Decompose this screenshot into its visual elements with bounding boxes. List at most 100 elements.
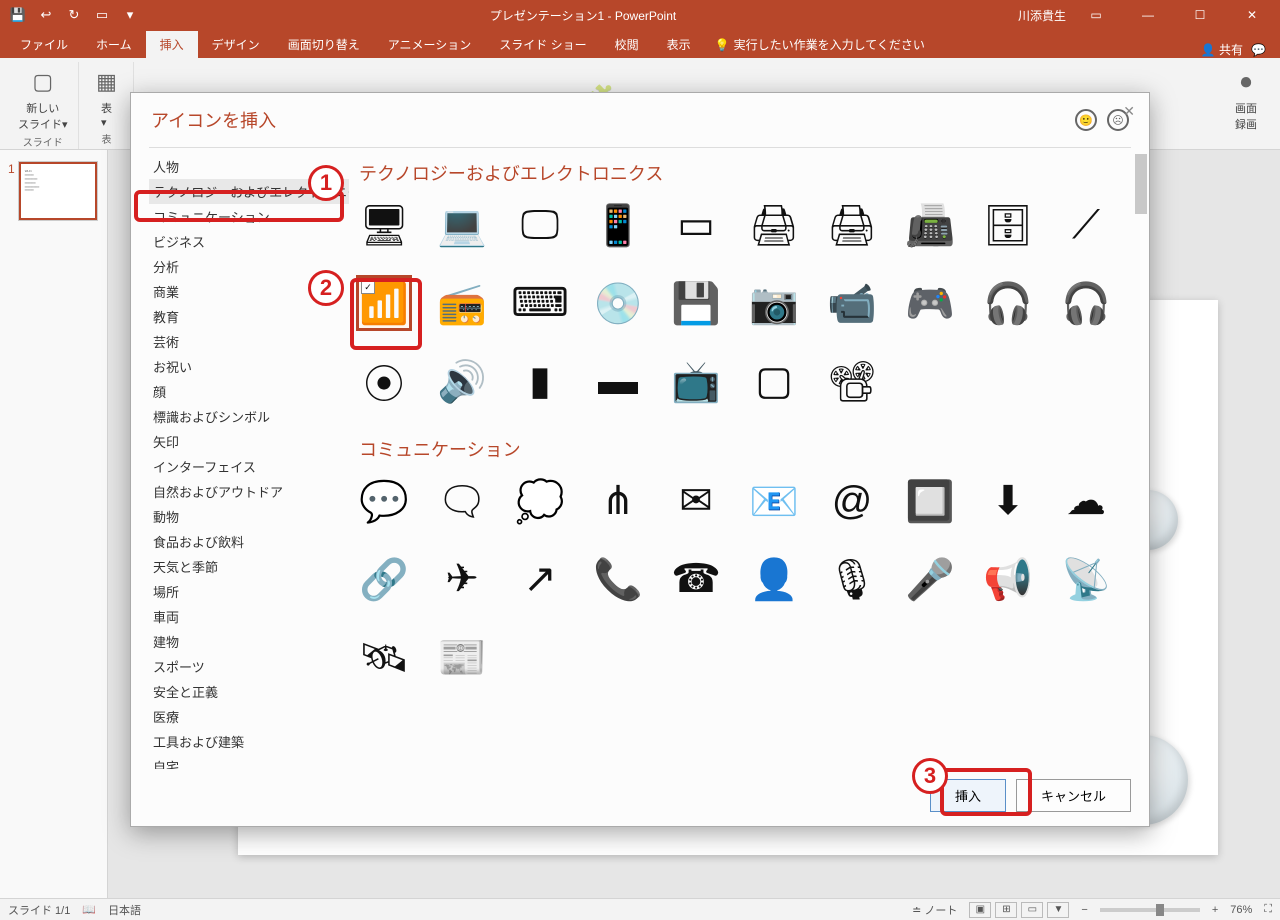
tab-animations[interactable]: アニメーション (374, 31, 486, 58)
icon-gallery[interactable]: テクノロジーおよびエレクトロニクス🖥💻🖵📱▭🖨🖨📠🗄⟋📶✓📻⌨💿💾📷📹🎮🎧🎧⦿🔊… (349, 154, 1131, 769)
icon-chats[interactable]: 🗨 (437, 476, 487, 526)
icon-at-mail[interactable]: @ (827, 476, 877, 526)
tab-review[interactable]: 校閲 (601, 31, 653, 58)
icon-scanner[interactable]: ⟋ (1061, 200, 1111, 250)
tab-insert[interactable]: 挿入 (146, 31, 198, 58)
icon-network[interactable]: ⋔ (593, 476, 643, 526)
icon-envelope[interactable]: ✉ (671, 476, 721, 526)
category-item[interactable]: コミュニケーション (149, 204, 349, 229)
tab-view[interactable]: 表示 (653, 31, 705, 58)
category-item[interactable]: 車両 (149, 604, 349, 629)
category-item[interactable]: お祝い (149, 354, 349, 379)
normal-view-icon[interactable]: ▣ (969, 902, 991, 918)
icon-smartphone[interactable]: 📱 (593, 200, 643, 250)
icon-printer-2[interactable]: 🖨 (827, 200, 877, 250)
icon-support[interactable]: 👤 (749, 554, 799, 604)
icon-satellite[interactable]: 🛰 (359, 632, 409, 682)
icon-laptop[interactable]: 💻 (437, 200, 487, 250)
share-button[interactable]: 👤 共有 (1201, 41, 1243, 58)
tell-me-search[interactable]: 💡 実行したい作業を入力してください (705, 31, 935, 58)
category-item[interactable]: 自宅 (149, 754, 349, 769)
zoom-level[interactable]: 76% (1230, 904, 1252, 916)
slide-thumbnail[interactable]: Wi-Fi━━━━━━━━━━━━━━━━━━━━━━━━━━━━━━━ (19, 162, 97, 220)
comments-icon[interactable]: 💬 (1251, 43, 1266, 57)
icon-thought[interactable]: 💭 (515, 476, 565, 526)
category-item[interactable]: 安全と正義 (149, 679, 349, 704)
icon-floppy[interactable]: 💾 (671, 278, 721, 328)
icon-printer[interactable]: 🖨 (749, 200, 799, 250)
category-item[interactable]: 自然およびアウトドア (149, 479, 349, 504)
category-item[interactable]: 矢印 (149, 429, 349, 454)
minimize-icon[interactable]: ― (1126, 1, 1170, 29)
icon-radio[interactable]: 📻 (437, 278, 487, 328)
undo-icon[interactable]: ↩ (36, 5, 56, 25)
category-item[interactable]: インターフェイス (149, 454, 349, 479)
sorter-view-icon[interactable]: ⊞ (995, 902, 1017, 918)
screen-recording-button[interactable]: ⏺ 画面 録画 (1226, 64, 1266, 134)
spellcheck-icon[interactable]: 📖 (82, 903, 96, 916)
scrollbar[interactable] (1135, 154, 1147, 769)
icon-gamepad[interactable]: 🎮 (905, 278, 955, 328)
ribbon-options-icon[interactable]: ▭ (1074, 1, 1118, 29)
close-icon[interactable]: ✕ (1230, 1, 1274, 29)
icon-share[interactable]: ↗ (515, 554, 565, 604)
category-item[interactable]: 芸術 (149, 329, 349, 354)
icon-telephone[interactable]: ☎ (671, 554, 721, 604)
category-item[interactable]: 場所 (149, 579, 349, 604)
tab-slideshow[interactable]: スライド ショー (485, 31, 600, 58)
icon-download[interactable]: ⬇ (983, 476, 1033, 526)
icon-router[interactable]: 📶✓ (359, 278, 409, 328)
icon-typewriter[interactable]: ⌨ (515, 278, 565, 328)
tab-design[interactable]: デザイン (198, 31, 274, 58)
category-item[interactable]: 標識およびシンボル (149, 404, 349, 429)
category-item[interactable]: 医療 (149, 704, 349, 729)
category-item[interactable]: 動物 (149, 504, 349, 529)
zoom-in-icon[interactable]: + (1212, 904, 1218, 916)
icon-dvd-player[interactable]: ▬ (593, 356, 643, 406)
icon-server[interactable]: 🗄 (983, 200, 1033, 250)
tab-transitions[interactable]: 画面切り替え (274, 31, 374, 58)
reading-view-icon[interactable]: ▭ (1021, 902, 1043, 918)
redo-icon[interactable]: ↻ (64, 5, 84, 25)
icon-newspaper[interactable]: 📰 (437, 632, 487, 682)
category-item[interactable]: スポーツ (149, 654, 349, 679)
icon-envelope-open[interactable]: 📧 (749, 476, 799, 526)
notes-button[interactable]: ≐ ノート (912, 902, 957, 918)
icon-camera[interactable]: 📷 (749, 278, 799, 328)
dialog-close-button[interactable]: ✕ (1123, 103, 1135, 120)
category-item[interactable]: 顔 (149, 379, 349, 404)
category-item[interactable]: 天気と季節 (149, 554, 349, 579)
category-item[interactable]: 教育 (149, 304, 349, 329)
slides-panel[interactable]: 1 Wi-Fi━━━━━━━━━━━━━━━━━━━━━━━━━━━━━━━ (0, 150, 108, 898)
icon-fax[interactable]: 📠 (905, 200, 955, 250)
zoom-out-icon[interactable]: − (1081, 904, 1087, 916)
category-item[interactable]: 工具および建築 (149, 729, 349, 754)
icon-headphones[interactable]: 🎧 (1061, 278, 1111, 328)
icon-remote[interactable]: ▮ (515, 356, 565, 406)
icon-mic[interactable]: 🎤 (905, 554, 955, 604)
qat-dropdown-icon[interactable]: ▾ (120, 5, 140, 25)
icon-vinyl[interactable]: ⦿ (359, 356, 409, 406)
cancel-button[interactable]: キャンセル (1016, 779, 1131, 812)
icon-webcam[interactable]: 📹 (827, 278, 877, 328)
icon-monitor[interactable]: 🖵 (515, 200, 565, 250)
tab-home[interactable]: ホーム (82, 31, 146, 58)
feedback-smile-icon[interactable]: 🙂 (1075, 109, 1097, 131)
icon-phone[interactable]: 📞 (593, 554, 643, 604)
icon-tablet[interactable]: ▭ (671, 200, 721, 250)
icon-megaphone[interactable]: 📢 (983, 554, 1033, 604)
category-item[interactable]: ビジネス (149, 229, 349, 254)
icon-desktop[interactable]: 🖥 (359, 200, 409, 250)
save-icon[interactable]: 💾 (8, 5, 28, 25)
slideshow-view-icon[interactable]: ▼ (1047, 902, 1069, 918)
fit-window-icon[interactable]: ⛶ (1264, 903, 1272, 916)
new-slide-button[interactable]: ▢ 新しい スライド▾ (14, 64, 72, 134)
category-item[interactable]: 建物 (149, 629, 349, 654)
icon-cloud-download[interactable]: ☁ (1061, 476, 1111, 526)
language-indicator[interactable]: 日本語 (108, 902, 141, 918)
maximize-icon[interactable]: ☐ (1178, 1, 1222, 29)
slideshow-icon[interactable]: ▭ (92, 5, 112, 25)
icon-tv[interactable]: 📺 (671, 356, 721, 406)
icon-paper-plane[interactable]: ✈ (437, 554, 487, 604)
icon-cd[interactable]: 💿 (593, 278, 643, 328)
